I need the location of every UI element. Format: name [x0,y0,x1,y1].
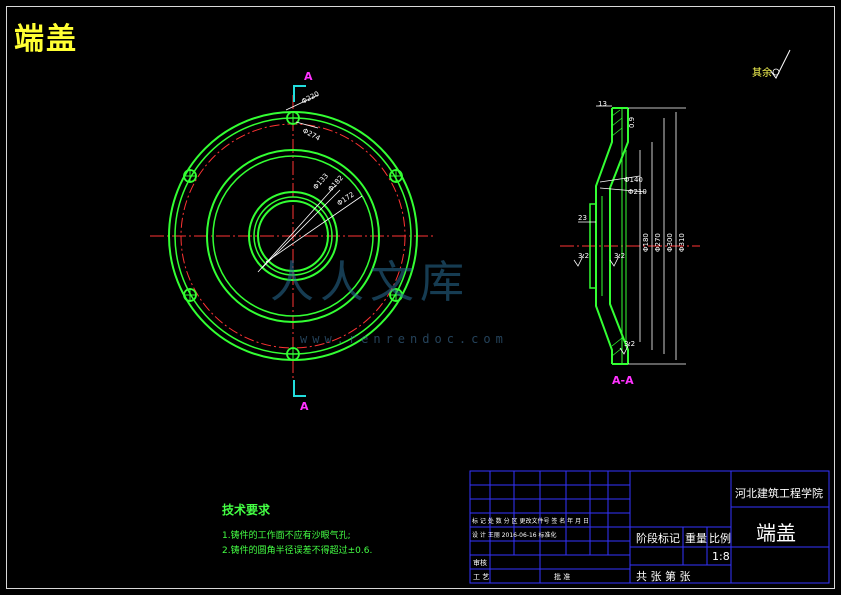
title-block-part-name: 端盖 [756,521,796,545]
title-block-sheets: 共 张 第 张 [636,570,691,583]
dim-phi172: Φ172 [336,190,356,207]
tech-requirement-2: 2.铸件的圆角半径误差不得超过±0.6. [222,546,373,556]
title-block-school: 河北建筑工程学院 [735,487,823,500]
sec-dim-phi140: Φ140 [624,176,643,184]
sec-rough-left: 3.2 [578,252,589,260]
dim-phi220: Φ220 [300,90,320,106]
sec-dim-phi310: Φ310 [678,233,686,252]
tech-requirement-1: 1.铸件的工作面不应有沙眼气孔; [222,531,351,541]
sec-dim-13: 13 [598,100,607,108]
section-view-label: A-A [612,374,634,387]
sec-dim-09: 0.9 [628,117,636,128]
sec-rough-bottom: 3.2 [624,340,635,348]
roughness-symbol [769,49,791,79]
title-block-scale-label: 比例 [709,532,731,545]
sec-dim-phi180: Φ180 [642,233,650,252]
tech-requirements-title: 技术要求 [222,503,271,517]
title-block-header-row: 标 记 处 数 分 区 更改文件号 签 名 年 月 日 [472,518,589,525]
title-block-scale-value: 1:8 [712,550,730,563]
sec-dim-23: 23 [578,214,587,222]
section-label-bottom: A [300,400,309,413]
section-view: 13 0.9 Φ140 Φ210 23 3.2 3.2 Φ180 Φ270 Φ3… [560,100,700,365]
section-inner-profile [609,108,629,364]
sec-dim-phi210: Φ210 [628,188,647,196]
dim-phi274: Φ274 [301,127,322,143]
title-block-review: 审核 [473,559,487,567]
title-block-design-row: 设 计 王丽 2016-06-16 标准化 [472,532,557,539]
watermark-text: 人人文库 [270,257,470,308]
sec-dim-phi270: Φ270 [654,233,662,252]
page-title: 端盖 [14,22,78,57]
title-block-approve: 批 准 [554,573,571,581]
title-block-weight: 重量 [685,532,707,545]
front-view: Φ220 Φ274 Φ133 Φ182 Φ172 [150,85,435,397]
title-block-process: 工 艺 [473,573,490,581]
roughness-label: 其余 [752,68,772,79]
sec-dim-phi300: Φ300 [666,233,674,252]
section-marker-bottom [293,380,306,397]
watermark-url: www.renrendoc.com [300,332,508,346]
sec-rough-right: 3.2 [614,252,625,260]
section-label-top: A [304,70,313,83]
title-block-stage-mark: 阶段标记 [636,532,680,545]
